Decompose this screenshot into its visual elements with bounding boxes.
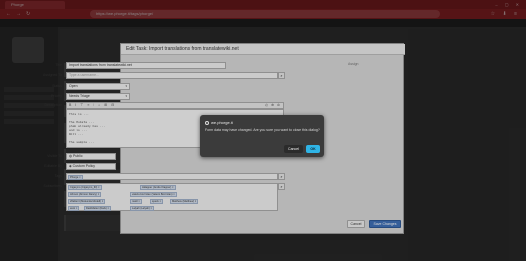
confirm-dialog-origin: we.phorge.it bbox=[211, 120, 233, 125]
globe-icon bbox=[205, 120, 209, 125]
confirm-dialog-message: Form data may have changed. Are you sure… bbox=[205, 128, 320, 132]
confirm-dialog: we.phorge.it Form data may have changed.… bbox=[200, 115, 324, 157]
dialog-cancel-button[interactable]: Cancel bbox=[284, 145, 303, 153]
dialog-ok-button[interactable]: OK bbox=[306, 145, 320, 153]
confirm-dialog-title: we.phorge.it bbox=[205, 120, 233, 125]
